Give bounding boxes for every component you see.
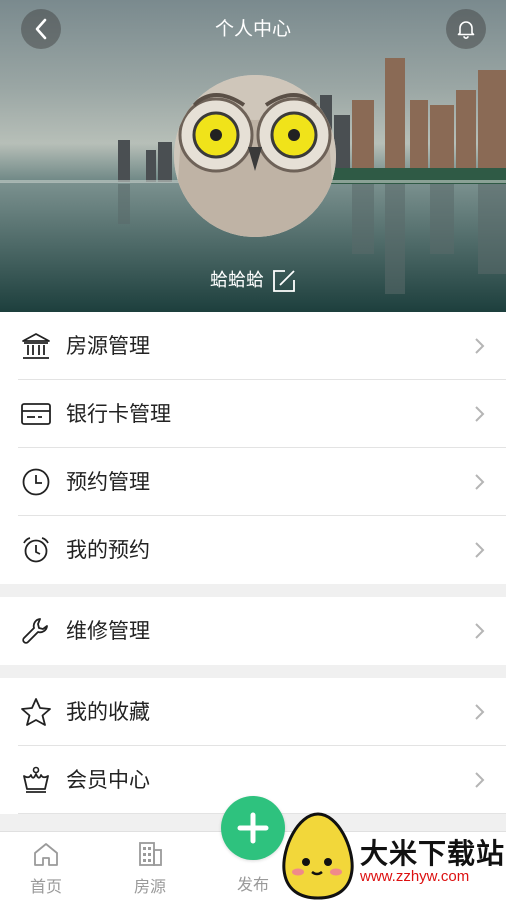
chevron-right-icon <box>475 474 485 490</box>
edit-icon[interactable] <box>272 269 296 293</box>
page-title: 个人中心 <box>214 18 291 40</box>
home-icon <box>34 843 58 866</box>
egg-mascot-logo <box>282 812 354 900</box>
bank-card-icon <box>20 398 52 430</box>
tab-property[interactable]: 房源 <box>100 832 200 900</box>
profile-header: 个人中心 蛤蛤蛤 <box>0 0 506 312</box>
watermark-brand: 大米下载站 <box>360 837 506 870</box>
tab-label: 首页 <box>29 877 62 896</box>
building-icon <box>20 330 52 362</box>
chevron-right-icon <box>475 338 485 354</box>
clock-icon <box>20 466 52 498</box>
menu-group-property: 房源管理 银行卡管理 预约管理 我的预约 <box>0 312 506 584</box>
tab-home[interactable]: 首页 <box>0 832 96 900</box>
menu-item-repair-management[interactable]: 维修管理 <box>0 597 506 665</box>
watermark: 大米下载站 www.zzhyw.com <box>276 808 506 900</box>
chevron-right-icon <box>475 542 485 558</box>
menu-item-label: 银行卡管理 <box>66 402 171 426</box>
notification-button[interactable] <box>446 9 486 49</box>
plus-icon <box>237 812 269 844</box>
chevron-right-icon <box>475 704 485 720</box>
menu-group-favorites: 我的收藏 会员中心 <box>0 678 506 814</box>
menu-item-bank-card-management[interactable]: 银行卡管理 <box>0 380 506 448</box>
menu-item-my-appointments[interactable]: 我的预约 <box>0 516 506 584</box>
username: 蛤蛤蛤 <box>210 270 264 291</box>
menu-item-label: 我的预约 <box>66 538 150 562</box>
star-icon <box>20 696 52 728</box>
menu-item-label: 维修管理 <box>66 619 150 643</box>
menu-item-appointment-management[interactable]: 预约管理 <box>0 448 506 516</box>
owl-avatar-image <box>174 75 336 237</box>
menu-item-label: 预约管理 <box>66 470 150 494</box>
menu-item-label: 会员中心 <box>66 768 150 792</box>
menu-item-label: 房源管理 <box>66 334 150 358</box>
alarm-clock-icon <box>20 534 52 566</box>
menu-item-label: 我的收藏 <box>66 700 150 724</box>
watermark-url: www.zzhyw.com <box>360 868 470 885</box>
username-row: 蛤蛤蛤 <box>0 268 506 294</box>
wrench-icon <box>20 615 52 647</box>
menu-group-repair: 维修管理 <box>0 597 506 665</box>
chevron-right-icon <box>475 623 485 639</box>
avatar[interactable] <box>174 75 336 237</box>
bell-icon <box>457 21 475 39</box>
menu-item-property-management[interactable]: 房源管理 <box>0 312 506 380</box>
chevron-right-icon <box>475 406 485 422</box>
chevron-right-icon <box>475 772 485 788</box>
crown-icon <box>20 764 52 796</box>
tab-label: 房源 <box>133 877 166 896</box>
menu-item-my-favorites[interactable]: 我的收藏 <box>0 678 506 746</box>
building-icon <box>139 842 162 866</box>
